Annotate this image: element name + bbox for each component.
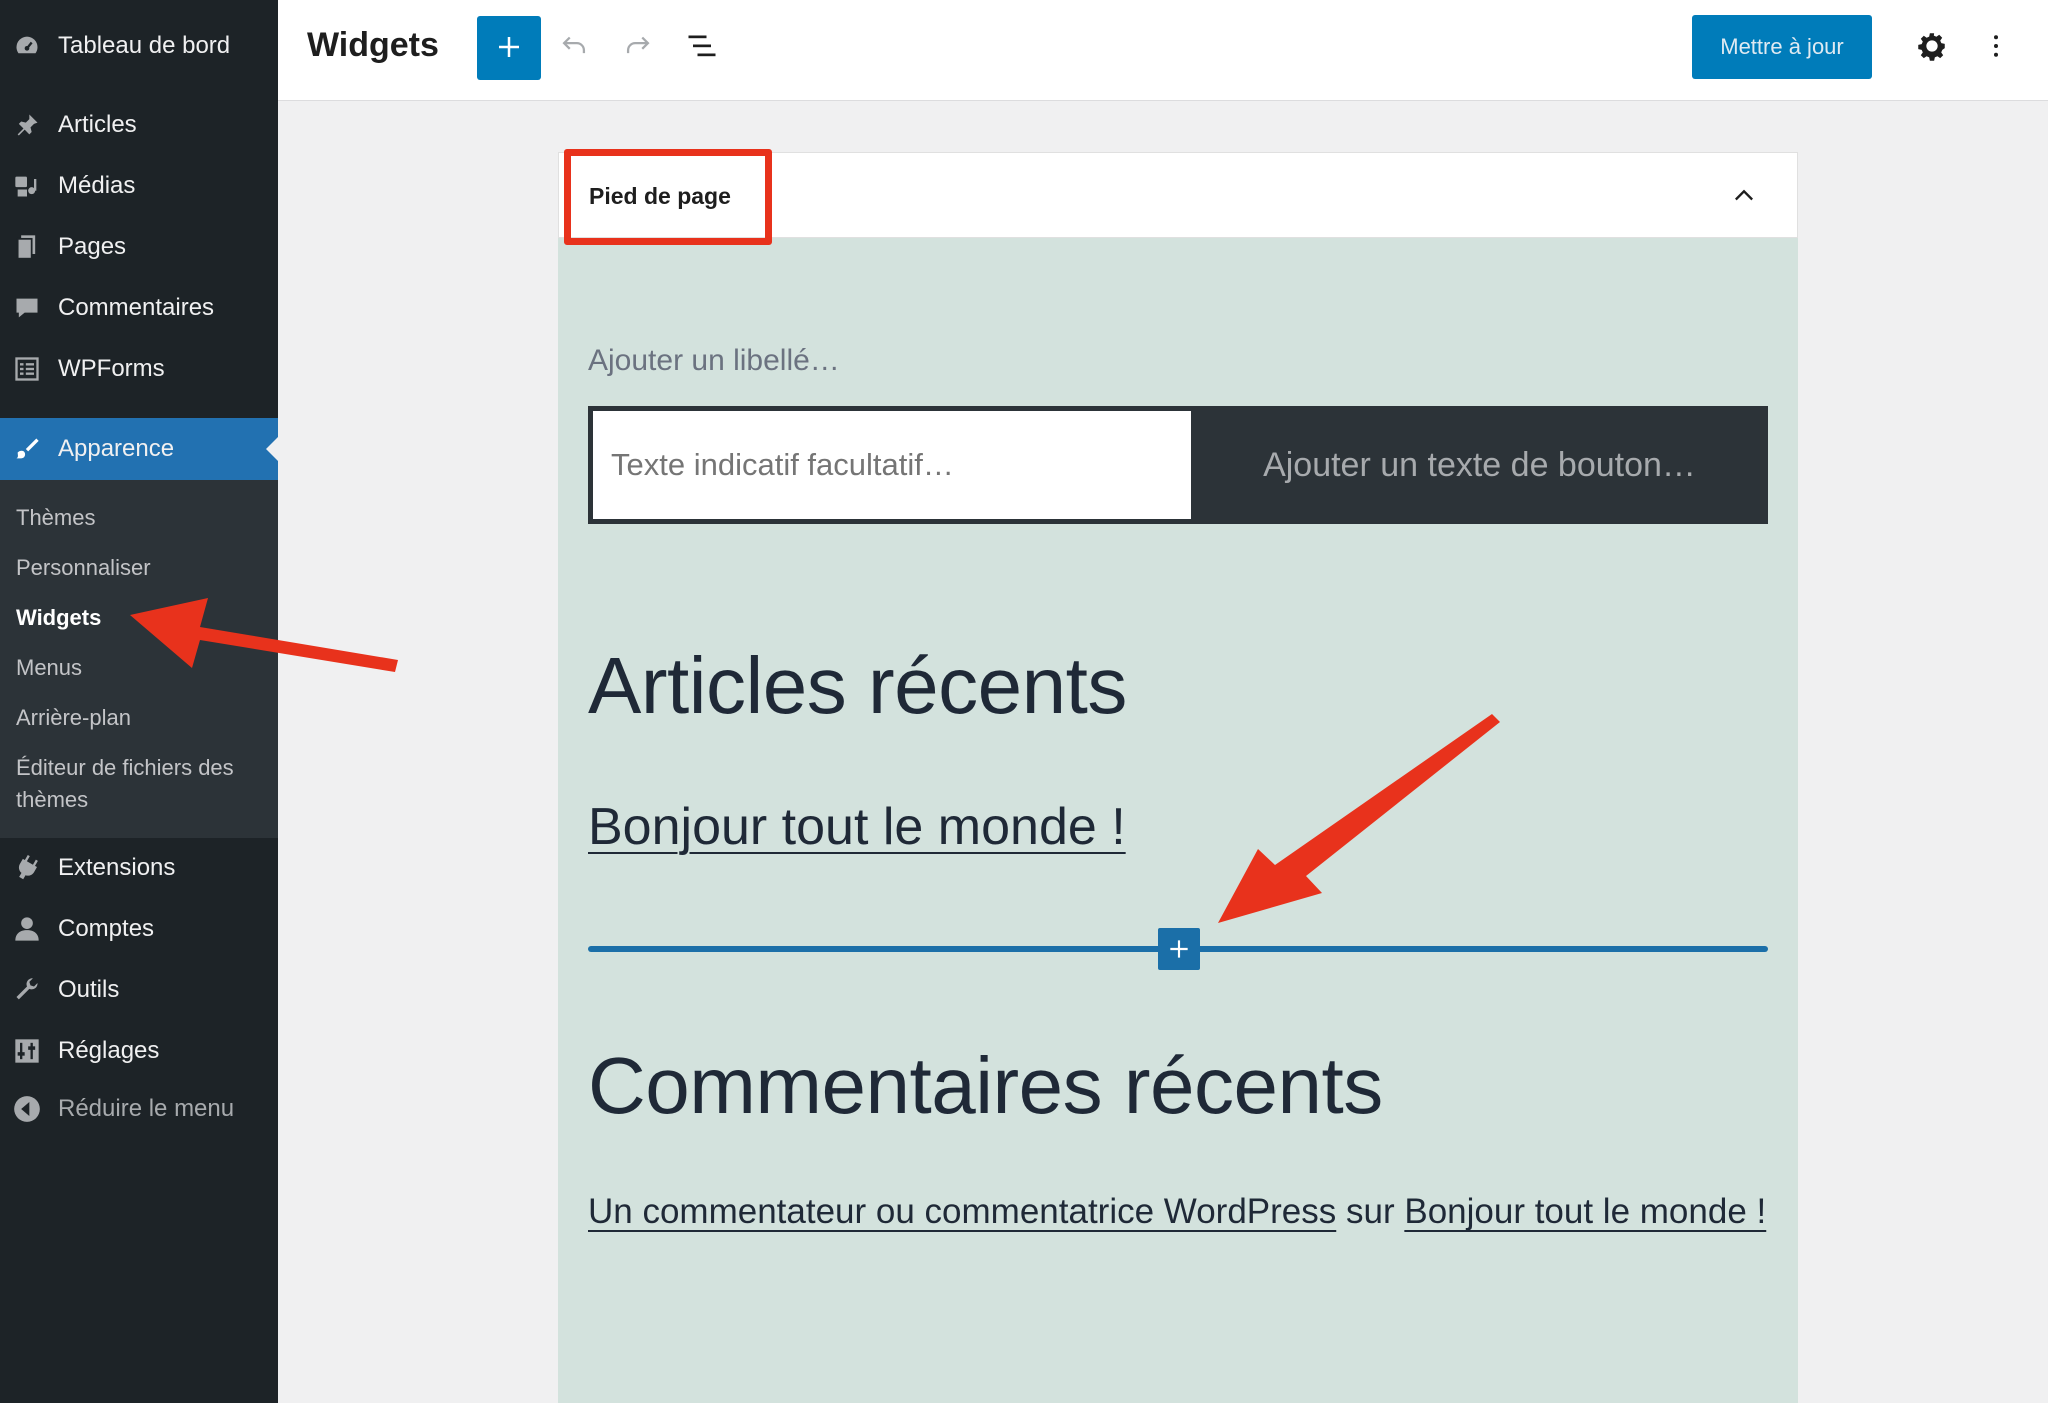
sidebar-item-pages[interactable]: Pages <box>0 219 278 275</box>
redo-icon <box>621 29 655 68</box>
widget-area-footer: Pied de page Ajouter un libellé… Texte i… <box>558 152 1798 1403</box>
collapse-arrow-icon <box>12 1094 42 1124</box>
submenu-item-theme-editor-line2[interactable]: thèmes <box>16 784 88 816</box>
collapse-area-button[interactable] <box>1729 181 1759 211</box>
submenu-item-theme-editor[interactable]: Éditeur de fichiers des <box>16 752 234 784</box>
recent-post-link[interactable]: Bonjour tout le monde ! <box>588 797 1126 857</box>
sidebar-item-reglages[interactable]: Réglages <box>0 1023 278 1079</box>
submenu-item-arriere-plan[interactable]: Arrière-plan <box>16 702 131 734</box>
undo-icon <box>557 29 591 68</box>
wrench-icon <box>12 975 42 1005</box>
sidebar-item-comptes[interactable]: Comptes <box>0 901 278 957</box>
redo-button[interactable] <box>616 26 660 70</box>
search-button[interactable]: Ajouter un texte de bouton… <box>1191 406 1768 524</box>
sidebar-item-label: Comptes <box>58 915 155 942</box>
paintbrush-icon <box>12 434 42 464</box>
recent-comments-heading[interactable]: Commentaires récents <box>588 1040 1383 1132</box>
plus-icon <box>494 32 524 65</box>
sidebar-item-label: Apparence <box>58 435 175 462</box>
list-view-button[interactable] <box>680 26 724 70</box>
pages-icon <box>12 232 42 262</box>
media-icon <box>12 171 42 201</box>
form-icon <box>12 354 42 384</box>
sidebar-item-label: Articles <box>58 111 137 138</box>
sidebar-item-label: Tableau de bord <box>58 32 231 59</box>
comment-post-link[interactable]: Bonjour tout le monde ! <box>1404 1192 1766 1231</box>
search-label-placeholder[interactable]: Ajouter un libellé… <box>588 344 840 378</box>
settings-button[interactable] <box>1910 26 1954 70</box>
comment-icon <box>12 293 42 323</box>
plugin-icon <box>12 853 42 883</box>
undo-button[interactable] <box>552 26 596 70</box>
sidebar-item-wpforms[interactable]: WPForms <box>0 341 278 397</box>
sidebar-item-label: Pages <box>58 233 127 260</box>
sidebar-item-articles[interactable]: Articles <box>0 97 278 153</box>
page-title: Widgets <box>307 26 439 64</box>
widget-area-title: Pied de page <box>589 183 731 209</box>
sidebar-item-medias[interactable]: Médias <box>0 158 278 214</box>
add-block-button[interactable] <box>477 16 541 80</box>
sidebar-item-label: Extensions <box>58 854 176 881</box>
settings-sliders-icon <box>12 1036 42 1066</box>
submenu-item-personnaliser[interactable]: Personnaliser <box>16 552 151 584</box>
search-input[interactable]: Texte indicatif facultatif… <box>593 411 1191 519</box>
submenu-item-themes[interactable]: Thèmes <box>16 502 95 534</box>
plus-icon <box>1170 940 1188 958</box>
block-inserter-button[interactable] <box>1158 928 1200 970</box>
sidebar-item-extensions[interactable]: Extensions <box>0 840 278 896</box>
editor-header: Widgets Mettre à jour <box>278 0 2048 101</box>
pin-icon <box>12 110 42 140</box>
comment-author-link[interactable]: Un commentateur ou commentatrice WordPre… <box>588 1192 1336 1231</box>
dashboard-icon <box>12 31 42 61</box>
gear-icon <box>1915 29 1949 68</box>
admin-sidebar: Tableau de bord Articles Médias Pages Co… <box>0 0 278 1403</box>
widget-area-header[interactable]: Pied de page <box>558 152 1798 238</box>
comment-separator: sur <box>1345 1192 1395 1231</box>
more-options-button[interactable] <box>1974 26 2018 70</box>
sidebar-item-label: Commentaires <box>58 294 215 321</box>
update-button[interactable]: Mettre à jour <box>1692 15 1872 79</box>
sidebar-item-label: Réglages <box>58 1037 160 1064</box>
chevron-up-icon <box>1735 189 1753 201</box>
list-view-icon <box>684 28 720 69</box>
sidebar-item-outils[interactable]: Outils <box>0 962 278 1018</box>
appearance-submenu: Thèmes Personnaliser Widgets Menus Arriè… <box>0 480 278 838</box>
collapse-menu-label: Réduire le menu <box>58 1095 235 1122</box>
sidebar-item-dashboard[interactable]: Tableau de bord <box>0 18 278 74</box>
submenu-item-widgets[interactable]: Widgets <box>16 602 101 634</box>
sidebar-item-commentaires[interactable]: Commentaires <box>0 280 278 336</box>
user-icon <box>12 914 42 944</box>
search-block: Texte indicatif facultatif… Ajouter un t… <box>588 406 1768 524</box>
sidebar-item-label: Médias <box>58 172 136 199</box>
recent-comment-item: Un commentateur ou commentatrice WordPre… <box>588 1192 1766 1232</box>
submenu-item-menus[interactable]: Menus <box>16 652 82 684</box>
sidebar-item-label: Outils <box>58 976 120 1003</box>
sidebar-item-apparence[interactable]: Apparence <box>0 418 278 480</box>
recent-posts-heading[interactable]: Articles récents <box>588 640 1127 732</box>
more-vertical-icon <box>1981 29 2011 68</box>
sidebar-item-label: WPForms <box>58 355 165 382</box>
collapse-menu-button[interactable]: Réduire le menu <box>0 1081 278 1137</box>
